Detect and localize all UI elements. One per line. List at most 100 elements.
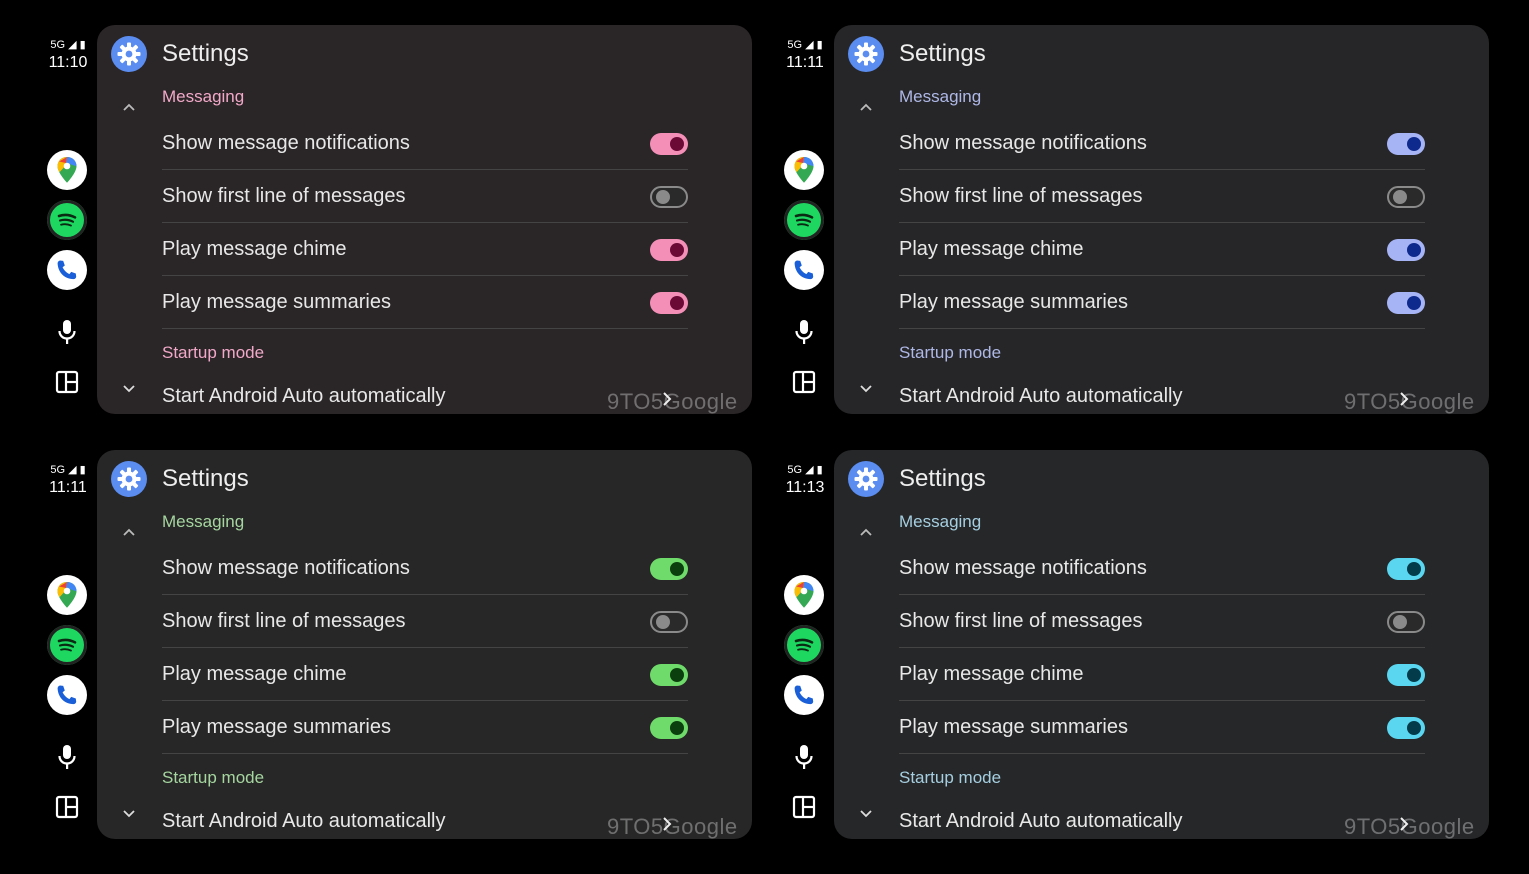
microphone-icon[interactable] (792, 743, 816, 771)
chevron-up-icon[interactable] (858, 99, 874, 115)
phone-app-button[interactable] (784, 675, 824, 715)
microphone-icon[interactable] (792, 318, 816, 346)
microphone-icon[interactable] (55, 318, 79, 346)
clock: 11:10 (48, 54, 88, 71)
android-auto-screen: 5G ◢ ▮ 11:10 Settings Messaging Show mes… (0, 0, 752, 425)
dashboard-icon[interactable] (792, 795, 816, 819)
setting-row[interactable]: Play message summaries (162, 276, 688, 329)
section-header-messaging: Messaging (162, 512, 245, 531)
page-title: Settings (162, 40, 249, 67)
setting-row[interactable]: Play message summaries (162, 701, 688, 754)
dashboard-icon[interactable] (55, 370, 79, 394)
dashboard-icon[interactable] (55, 795, 79, 819)
chevron-up-icon[interactable] (121, 99, 137, 115)
toggle-switch[interactable] (1387, 611, 1425, 633)
phone-icon (794, 685, 814, 705)
chevron-right-icon[interactable] (1397, 816, 1411, 832)
setting-row[interactable]: Show message notifications (899, 117, 1425, 170)
start-automatically-item[interactable]: Start Android Auto automatically (162, 810, 446, 833)
chevron-down-icon[interactable] (121, 806, 137, 822)
spotify-app-button[interactable] (784, 625, 824, 665)
setting-label: Play message chime (899, 238, 1084, 260)
setting-row[interactable]: Show message notifications (162, 542, 688, 595)
setting-row[interactable]: Play message summaries (899, 276, 1425, 329)
app-rail: 5G ◢ ▮ 11:11 (737, 0, 834, 425)
setting-row[interactable]: Show first line of messages (899, 595, 1425, 648)
start-automatically-item[interactable]: Start Android Auto automatically (162, 385, 446, 408)
spotify-app-button[interactable] (47, 625, 87, 665)
chevron-up-icon[interactable] (121, 524, 137, 540)
status-icons: 5G ◢ ▮ (777, 463, 833, 477)
maps-icon (57, 582, 77, 608)
setting-row[interactable]: Show message notifications (162, 117, 688, 170)
start-automatically-item[interactable]: Start Android Auto automatically (899, 385, 1183, 408)
spotify-icon (790, 631, 818, 659)
toggle-switch[interactable] (1387, 133, 1425, 155)
status-icons: 5G ◢ ▮ (777, 38, 833, 52)
android-auto-screen: 5G ◢ ▮ 11:11 Settings Messaging Show mes… (0, 425, 752, 850)
maps-icon (57, 157, 77, 183)
toggle-knob (1393, 615, 1407, 629)
toggle-switch[interactable] (650, 717, 688, 739)
toggle-switch[interactable] (650, 664, 688, 686)
spotify-app-button[interactable] (47, 200, 87, 240)
setting-label: Show message notifications (899, 132, 1147, 154)
chevron-down-icon[interactable] (858, 381, 874, 397)
setting-label: Play message summaries (899, 716, 1128, 738)
toggle-switch[interactable] (650, 133, 688, 155)
chevron-right-icon[interactable] (660, 816, 674, 832)
toggle-switch[interactable] (1387, 292, 1425, 314)
setting-label: Show first line of messages (162, 185, 406, 207)
maps-app-button[interactable] (47, 150, 87, 190)
signal-icon: ◢ (68, 464, 77, 476)
page-title: Settings (899, 40, 986, 67)
start-automatically-item[interactable]: Start Android Auto automatically (899, 810, 1183, 833)
toggle-switch[interactable] (650, 611, 688, 633)
toggle-switch[interactable] (650, 292, 688, 314)
maps-app-button[interactable] (784, 575, 824, 615)
section-header-startup: Startup mode (899, 343, 1002, 362)
network-label: 5G (50, 39, 66, 51)
setting-row[interactable]: Show first line of messages (899, 170, 1425, 223)
setting-row[interactable]: Show message notifications (899, 542, 1425, 595)
setting-row[interactable]: Play message chime (162, 223, 688, 276)
maps-icon (794, 582, 814, 608)
toggle-switch[interactable] (1387, 239, 1425, 261)
setting-row[interactable]: Show first line of messages (162, 170, 688, 223)
network-label: 5G (787, 464, 803, 476)
toggle-switch[interactable] (1387, 186, 1425, 208)
phone-app-button[interactable] (784, 250, 824, 290)
maps-app-button[interactable] (784, 150, 824, 190)
toggle-switch[interactable] (650, 186, 688, 208)
chevron-down-icon[interactable] (858, 806, 874, 822)
maps-app-button[interactable] (47, 575, 87, 615)
setting-row[interactable]: Show first line of messages (162, 595, 688, 648)
dashboard-icon[interactable] (792, 370, 816, 394)
spotify-app-button[interactable] (784, 200, 824, 240)
section-header-startup: Startup mode (899, 768, 1002, 787)
chevron-down-icon[interactable] (121, 381, 137, 397)
setting-row[interactable]: Play message chime (899, 648, 1425, 701)
chevron-right-icon[interactable] (660, 391, 674, 407)
chevron-up-icon[interactable] (858, 524, 874, 540)
setting-row[interactable]: Play message chime (899, 223, 1425, 276)
toggle-switch[interactable] (1387, 664, 1425, 686)
setting-row[interactable]: Play message summaries (899, 701, 1425, 754)
battery-icon: ▮ (816, 39, 823, 51)
setting-label: Play message summaries (162, 291, 391, 313)
toggle-switch[interactable] (650, 558, 688, 580)
gear-icon (854, 42, 878, 66)
microphone-icon[interactable] (55, 743, 79, 771)
toggle-switch[interactable] (650, 239, 688, 261)
status-icons: 5G ◢ ▮ (40, 38, 96, 52)
toggle-knob (670, 721, 684, 735)
phone-app-button[interactable] (47, 250, 87, 290)
chevron-right-icon[interactable] (1397, 391, 1411, 407)
setting-row[interactable]: Play message chime (162, 648, 688, 701)
gear-icon (854, 467, 878, 491)
toggle-switch[interactable] (1387, 558, 1425, 580)
setting-label: Show first line of messages (899, 185, 1143, 207)
phone-app-button[interactable] (47, 675, 87, 715)
toggle-switch[interactable] (1387, 717, 1425, 739)
section-header-startup: Startup mode (162, 768, 265, 787)
